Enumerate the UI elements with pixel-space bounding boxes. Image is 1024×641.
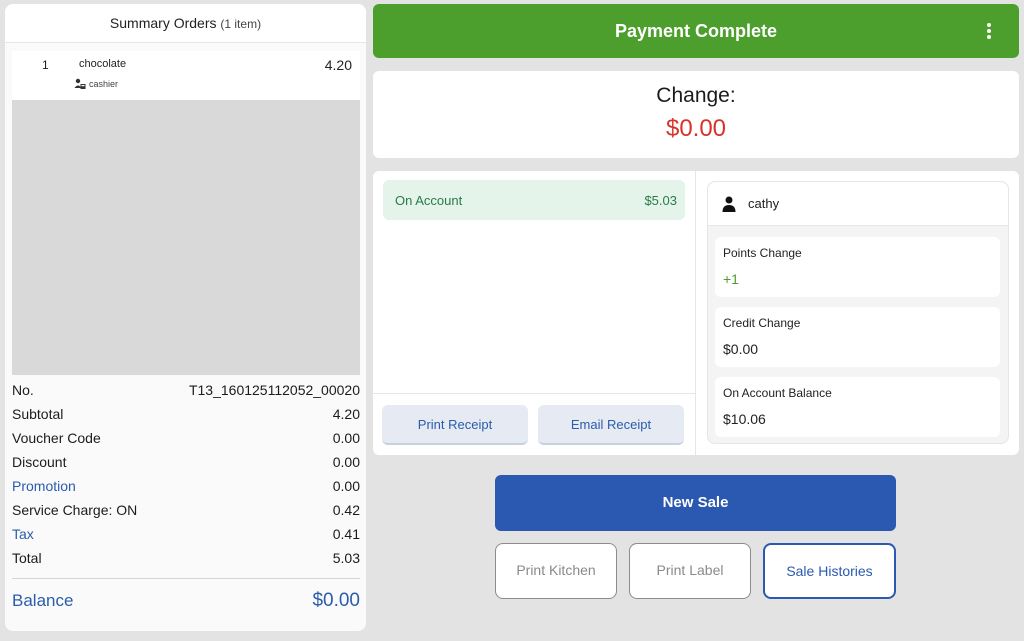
summary-row-subtotal: Subtotal 4.20 [12,402,360,426]
summary-value: 4.20 [332,406,360,422]
summary-row-service-charge: Service Charge: ON 0.42 [12,498,360,522]
summary-count: (1 item) [220,17,262,31]
payment-methods: On Account $5.03 Print Receipt Email Rec… [373,171,696,455]
summary-header: Summary Orders (1 item) [5,4,366,43]
credit-change-value: $0.00 [723,341,759,357]
new-sale-button[interactable]: New Sale [495,475,896,531]
account-balance-value: $10.06 [723,411,766,427]
print-label-button[interactable]: Print Label [629,543,751,599]
points-change-label: Points Change [723,246,802,260]
summary-value: 0.00 [332,478,360,494]
divider [373,393,695,394]
email-receipt-button[interactable]: Email Receipt [538,405,684,445]
summary-label: Discount [12,454,67,470]
promotion-link[interactable]: Promotion [12,478,76,494]
more-vertical-icon[interactable] [979,21,999,41]
summary-panel: Summary Orders (1 item) 1 chocolate 4.20… [5,4,366,631]
summary-row-voucher: Voucher Code 0.00 [12,426,360,450]
summary-label: Service Charge: ON [12,502,138,518]
change-card: Change: $0.00 [373,71,1019,158]
summary-row-tax[interactable]: Tax 0.41 [12,522,360,546]
summary-title: Summary Orders [109,15,217,31]
credit-change-label: Credit Change [723,316,801,330]
credit-change-box: Credit Change $0.00 [715,307,1000,367]
print-kitchen-button[interactable]: Print Kitchen [495,543,617,599]
summary-label: Voucher Code [12,430,101,446]
balance-label: Balance [12,591,74,610]
balance-row: Balance $0.00 [12,579,360,623]
customer-header[interactable]: cathy [708,182,1008,226]
summary-row-number: No. T13_160125112052_00020 [12,378,360,402]
payment-method-label: On Account [395,193,463,208]
summary-value: 0.42 [332,502,360,518]
account-balance-box: On Account Balance $10.06 [715,377,1000,437]
summary-value: 0.00 [332,454,360,470]
order-item-staff-label: cashier [89,79,119,89]
summary-value: 5.03 [332,550,360,566]
payment-method-item: On Account $5.03 [383,180,685,220]
customer-panel: cathy Points Change +1 Credit Change $0.… [707,181,1009,444]
order-item-staff: cashier [74,78,118,90]
account-balance-label: On Account Balance [723,386,832,400]
summary-label: Total [12,550,42,566]
summary-row-total: Total 5.03 [12,546,360,570]
payment-status-bar: Payment Complete [373,4,1019,58]
customer-name: cathy [748,196,780,211]
balance-value: $0.00 [312,590,360,611]
summary-value: 0.41 [332,526,360,542]
tax-link[interactable]: Tax [12,526,34,542]
points-change-value: +1 [723,271,739,287]
order-item-name: chocolate [79,58,127,70]
change-value: $0.00 [665,115,727,142]
summary-totals: No. T13_160125112052_00020 Subtotal 4.20… [12,378,360,623]
payment-details-card: On Account $5.03 Print Receipt Email Rec… [373,171,1019,455]
payment-status-title: Payment Complete [614,21,778,41]
order-list: 1 chocolate 4.20 cashier [12,51,360,375]
sale-histories-button[interactable]: Sale Histories [763,543,896,599]
points-change-box: Points Change +1 [715,237,1000,297]
order-item-qty: 1 [42,58,49,72]
order-item-price: 4.20 [324,57,352,73]
order-item[interactable]: 1 chocolate 4.20 cashier [12,51,360,100]
payment-method-amount: $5.03 [644,193,677,208]
summary-row-discount: Discount 0.00 [12,450,360,474]
print-receipt-button[interactable]: Print Receipt [382,405,528,445]
summary-row-promotion[interactable]: Promotion 0.00 [12,474,360,498]
summary-label: No. [12,382,34,398]
change-label: Change: [656,84,736,107]
summary-value: 0.00 [332,430,360,446]
summary-label: Subtotal [12,406,64,422]
summary-value: T13_160125112052_00020 [188,382,360,398]
user-icon [722,196,736,212]
cashier-icon [74,78,86,89]
